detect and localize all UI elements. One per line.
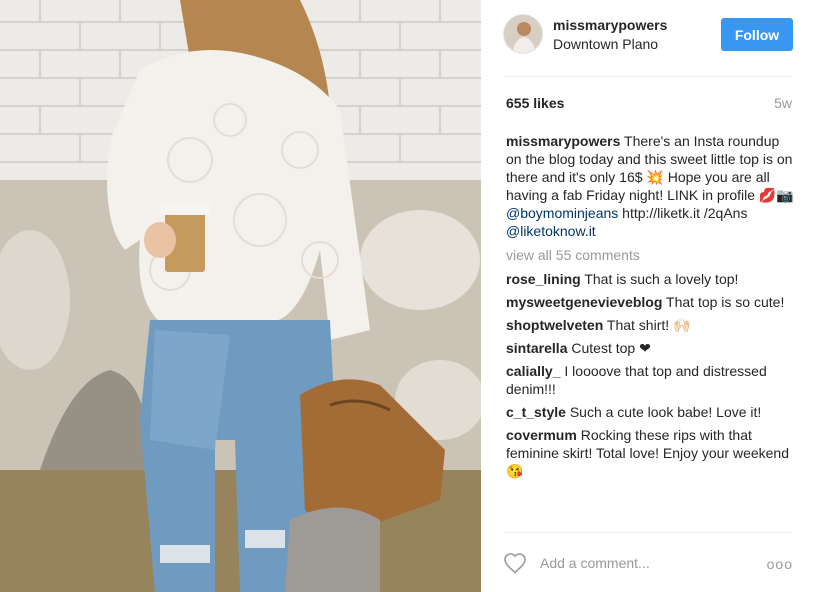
caption-link-text: http://liketk.it /2qAns [622, 205, 748, 221]
comment-username[interactable]: sintarella [506, 340, 567, 356]
comment-item: covermum Rocking these rips with that fe… [506, 426, 794, 480]
comment-username[interactable]: mysweetgenevieveblog [506, 294, 662, 310]
post-viewer: missmarypowers Downtown Plano Follow 655… [0, 0, 813, 592]
caption: missmarypowers There's an Insta roundup … [506, 132, 794, 240]
post-photo[interactable] [0, 0, 481, 592]
caption-mention-boymominjeans[interactable]: @boymominjeans [506, 205, 618, 221]
comment-username[interactable]: calially_ [506, 363, 561, 379]
footer-divider [503, 532, 793, 533]
post-header: missmarypowers Downtown Plano Follow [503, 14, 793, 58]
header-divider [503, 76, 793, 77]
comment-username[interactable]: shoptwelveten [506, 317, 603, 333]
comment-text: That shirt! 🙌🏻 [606, 317, 691, 333]
avatar-image [504, 15, 542, 53]
comments-list: missmarypowers There's an Insta roundup … [506, 132, 794, 530]
post-username[interactable]: missmarypowers [553, 17, 667, 33]
add-comment-input[interactable] [540, 555, 740, 571]
comment-item: shoptwelveten That shirt! 🙌🏻 [506, 316, 794, 334]
more-options-icon[interactable]: ooo [767, 556, 793, 572]
comment-item: sintarella Cutest top ❤ [506, 339, 794, 357]
post-details-panel: missmarypowers Downtown Plano Follow 655… [481, 0, 813, 592]
comment-username[interactable]: rose_lining [506, 271, 581, 287]
likes-count[interactable]: 655 likes [506, 95, 564, 111]
comment-text: That is such a lovely top! [584, 271, 739, 287]
comment-text: That top is so cute! [666, 294, 785, 310]
photo-illustration [0, 0, 481, 592]
comment-item: calially_ I loooove that top and distres… [506, 362, 794, 398]
avatar[interactable] [503, 14, 543, 54]
comment-username[interactable]: covermum [506, 427, 577, 443]
caption-username[interactable]: missmarypowers [506, 133, 620, 149]
comment-item: mysweetgenevieveblog That top is so cute… [506, 293, 794, 311]
heart-outline-icon[interactable] [503, 552, 527, 574]
comment-text: Such a cute look babe! Love it! [569, 404, 762, 420]
comment-username[interactable]: c_t_style [506, 404, 566, 420]
comment-text: Cutest top ❤ [571, 340, 651, 356]
caption-mention-liketoknow[interactable]: @liketoknow.it [506, 223, 596, 239]
post-age[interactable]: 5w [774, 95, 792, 111]
view-all-comments-link[interactable]: view all 55 comments [506, 246, 794, 264]
post-location[interactable]: Downtown Plano [553, 36, 658, 52]
comment-item: c_t_style Such a cute look babe! Love it… [506, 403, 794, 421]
comment-item: rose_lining That is such a lovely top! [506, 270, 794, 288]
follow-button[interactable]: Follow [721, 18, 793, 51]
